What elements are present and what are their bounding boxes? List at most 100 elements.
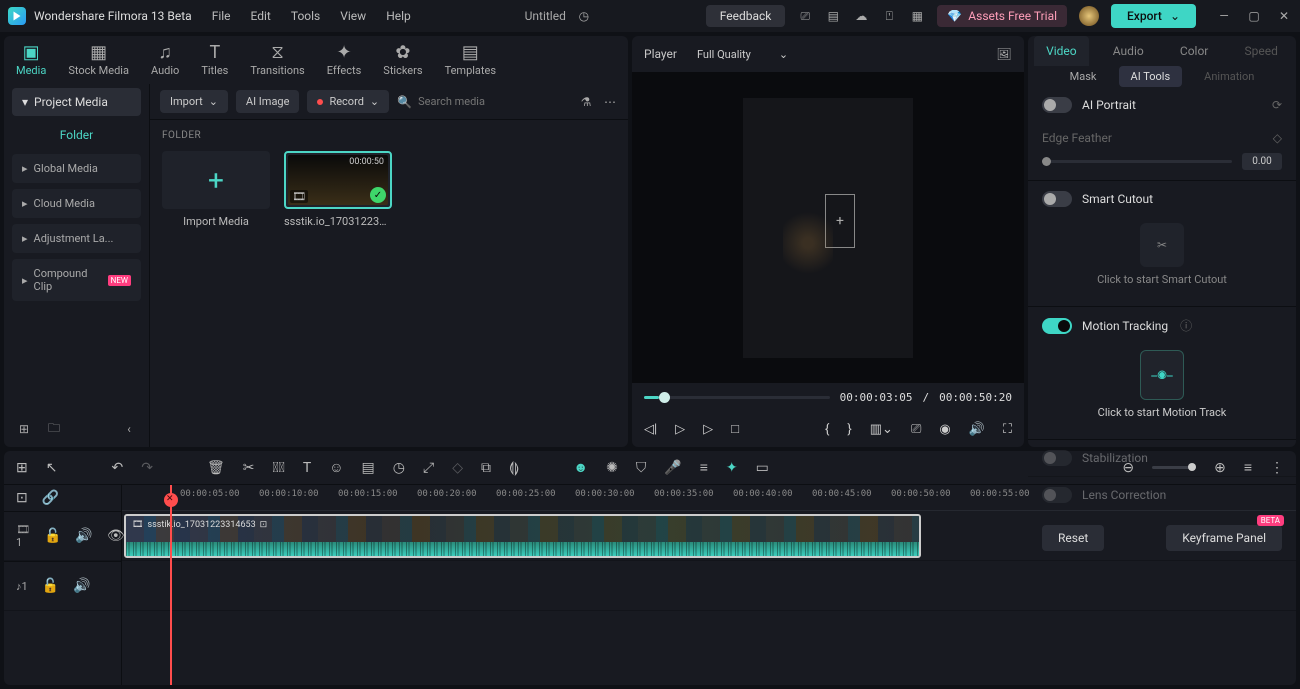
subtab-animation[interactable]: Animation xyxy=(1192,66,1266,87)
snapshot-icon[interactable]: 🖼 xyxy=(996,46,1012,62)
compound-icon[interactable]: ⟬⟭ xyxy=(509,460,519,476)
headset-icon[interactable]: ⍞ xyxy=(881,8,897,24)
lock-icon[interactable]: 🔓 xyxy=(44,528,61,544)
menu-file[interactable]: File xyxy=(212,9,231,23)
motion-tracking-toggle[interactable] xyxy=(1042,318,1072,334)
assets-trial-button[interactable]: 💎 Assets Free Trial xyxy=(937,5,1067,27)
quality-select[interactable]: Full Quality ⌄ xyxy=(697,48,788,61)
video-track[interactable]: 🎞ssstik.io_17031223314653 ⊡ xyxy=(122,511,1296,561)
menu-tools[interactable]: Tools xyxy=(291,9,320,23)
cursor-icon[interactable]: ↖ xyxy=(46,460,58,476)
shield-icon[interactable]: ⛉ xyxy=(636,460,647,476)
grid-icon[interactable]: ▦ xyxy=(909,8,925,24)
mic-icon[interactable]: 🎤 xyxy=(664,460,681,476)
tab-stock-media[interactable]: ▦Stock Media xyxy=(68,44,129,77)
snapshot2-icon[interactable]: ◉ xyxy=(939,422,950,437)
tree-global-media[interactable]: ▸Global Media xyxy=(12,154,141,183)
save-icon[interactable]: ▤ xyxy=(825,8,841,24)
avatar-icon[interactable] xyxy=(1079,6,1099,26)
maximize-icon[interactable]: ▢ xyxy=(1246,8,1262,24)
tree-cloud-media[interactable]: ▸Cloud Media xyxy=(12,189,141,218)
menu-edit[interactable]: Edit xyxy=(251,9,271,23)
ratio-icon[interactable]: ▥⌄ xyxy=(870,422,893,437)
keyframe-icon[interactable]: ◇ xyxy=(1273,131,1282,145)
history-icon[interactable]: ◷ xyxy=(576,8,592,24)
filter-icon[interactable]: ⚗ xyxy=(578,94,594,110)
tab-transitions[interactable]: ⧖Transitions xyxy=(250,44,304,77)
speed-icon[interactable]: ◷ xyxy=(393,460,405,476)
project-media-button[interactable]: ▾Project Media xyxy=(12,88,141,116)
tree-compound-clip[interactable]: ▸Compound ClipNEW xyxy=(12,259,141,301)
tab-effects[interactable]: ✦Effects xyxy=(327,44,362,77)
redo-icon[interactable]: ↷ xyxy=(141,460,153,476)
delete-icon[interactable]: 🗑 xyxy=(207,460,225,476)
display-icon[interactable]: ⎚ xyxy=(797,8,813,24)
ai-portrait-toggle[interactable] xyxy=(1042,97,1072,113)
tree-adjustment-layer[interactable]: ▸Adjustment La... xyxy=(12,224,141,253)
import-media-tile[interactable]: + Import Media xyxy=(162,151,270,228)
ai-image-button[interactable]: AI Image xyxy=(236,90,300,113)
video-clip[interactable]: 🎞ssstik.io_17031223314653 ⊡ xyxy=(124,514,921,558)
smart-cutout-toggle[interactable] xyxy=(1042,191,1072,207)
smile-icon[interactable]: ☺ xyxy=(329,459,343,476)
more-icon[interactable]: ⋯ xyxy=(602,94,618,110)
group-icon[interactable]: ⧉ xyxy=(481,460,491,476)
new-folder-icon[interactable]: ⊞ xyxy=(16,421,32,437)
ai-tool-icon[interactable]: ☻ xyxy=(573,459,588,476)
folder-label[interactable]: Folder xyxy=(12,116,141,154)
fit-icon[interactable]: ⤢ xyxy=(423,460,434,476)
refresh-icon[interactable]: ⟳ xyxy=(1272,98,1282,112)
display-mode-icon[interactable]: ⎚ xyxy=(911,422,921,437)
zoom-slider[interactable] xyxy=(1152,466,1196,469)
tab-color[interactable]: Color xyxy=(1168,36,1220,66)
volume-icon[interactable]: 🔊 xyxy=(969,422,985,437)
enhance-icon[interactable]: ✺ xyxy=(606,460,618,476)
playhead[interactable] xyxy=(170,485,172,685)
add-element-button[interactable]: + xyxy=(825,194,855,248)
prev-frame-icon[interactable]: ◁| xyxy=(644,422,657,437)
audio-track[interactable] xyxy=(122,561,1296,611)
text-icon[interactable]: T xyxy=(303,460,311,476)
motion-track-button[interactable]: ⎯◉⎯ xyxy=(1140,350,1184,400)
stop-icon[interactable]: □ xyxy=(731,421,739,437)
layer-icon[interactable]: ▤ xyxy=(362,460,375,476)
tab-stickers[interactable]: ✿Stickers xyxy=(383,44,422,77)
subtab-ai-tools[interactable]: AI Tools xyxy=(1119,66,1183,87)
cloud-icon[interactable]: ☁ xyxy=(853,8,869,24)
collapse-icon[interactable]: ‹ xyxy=(121,421,137,437)
import-button[interactable]: Import ⌄ xyxy=(160,90,228,113)
search-input[interactable] xyxy=(418,95,570,108)
lock2-icon[interactable]: 🔓 xyxy=(42,578,59,594)
tab-titles[interactable]: TTitles xyxy=(201,44,228,77)
media-clip-tile[interactable]: 00:00:50 🎞 ✓ ssstik.io_17031223314... xyxy=(284,151,392,228)
next-frame-icon[interactable]: ▷ xyxy=(703,422,713,437)
edge-feather-slider[interactable] xyxy=(1042,160,1232,163)
feedback-button[interactable]: Feedback xyxy=(706,5,786,27)
close-icon[interactable]: ✕ xyxy=(1276,8,1292,24)
mute-icon[interactable]: 🔊 xyxy=(75,528,92,544)
undo-icon[interactable]: ↶ xyxy=(111,460,123,476)
viewport[interactable]: + xyxy=(632,72,1024,383)
tab-media[interactable]: ▣Media xyxy=(16,44,46,77)
menu-help[interactable]: Help xyxy=(386,9,411,23)
fullscreen-icon[interactable]: ⛶ xyxy=(1003,422,1012,437)
tab-video[interactable]: Video xyxy=(1034,36,1089,66)
list-icon[interactable]: ≡ xyxy=(700,459,708,476)
arrange-icon[interactable]: ⊞ xyxy=(16,460,28,476)
tab-audio-props[interactable]: Audio xyxy=(1101,36,1156,66)
aspect-icon[interactable]: ▭ xyxy=(756,460,769,476)
menu-view[interactable]: View xyxy=(340,9,366,23)
timeline-tracks[interactable]: 00:00:05:00 00:00:10:00 00:00:15:00 00:0… xyxy=(122,485,1296,685)
link-icon[interactable]: 🔗 xyxy=(42,490,59,506)
edge-feather-value[interactable]: 0.00 xyxy=(1242,153,1282,170)
cut-icon[interactable]: ✂ xyxy=(243,460,255,476)
export-button[interactable]: Export ⌄ xyxy=(1111,4,1196,28)
minimize-icon[interactable]: — xyxy=(1216,8,1232,24)
subtab-mask[interactable]: Mask xyxy=(1058,66,1109,87)
mark-in-icon[interactable]: { xyxy=(825,422,829,437)
tab-templates[interactable]: ▤Templates xyxy=(445,44,496,77)
tab-speed[interactable]: Speed xyxy=(1233,36,1290,66)
folder-icon[interactable]: 🗀 xyxy=(46,421,62,437)
preview-scrubber[interactable] xyxy=(644,396,830,399)
mark-out-icon[interactable]: } xyxy=(847,422,851,437)
